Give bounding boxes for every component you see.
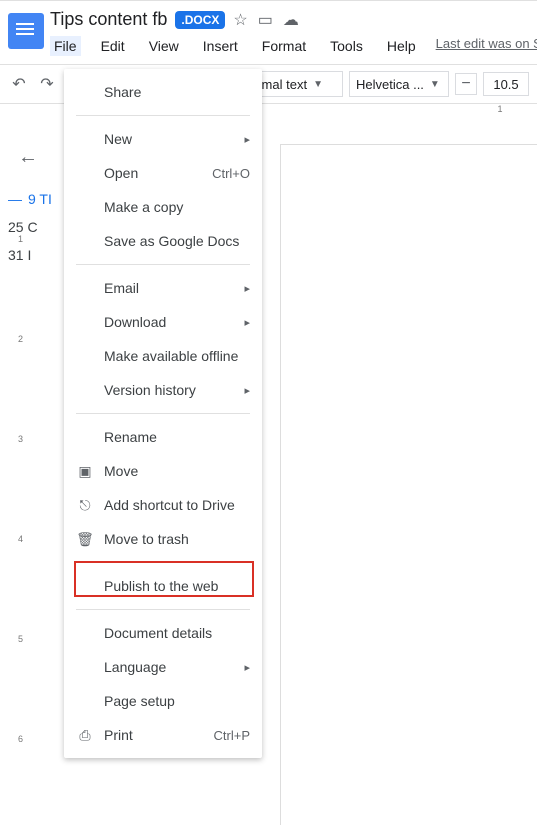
trash-icon: 🗑: [76, 531, 94, 548]
menu-tools[interactable]: Tools: [326, 36, 367, 56]
ruler-number: 1: [18, 234, 23, 244]
top-bar: Tips content fb .DOCX ☆ ▭ ☁ File Edit Vi…: [0, 1, 537, 64]
ruler-number: 2: [18, 334, 23, 344]
menu-help[interactable]: Help: [383, 36, 420, 56]
move-doc-icon[interactable]: ▭: [258, 10, 273, 30]
menu-available-offline[interactable]: Make available offline: [64, 339, 262, 373]
ruler-number: 5: [18, 634, 23, 644]
menu-format[interactable]: Format: [258, 36, 310, 56]
menu-separator: [76, 264, 250, 265]
star-icon[interactable]: ☆: [233, 10, 247, 30]
menu-insert[interactable]: Insert: [199, 36, 242, 56]
menu-add-shortcut[interactable]: ⎋Add shortcut to Drive: [64, 488, 262, 522]
redo-button[interactable]: ↷: [36, 73, 58, 95]
submenu-arrow-icon: ▸: [244, 384, 250, 397]
font-size-value[interactable]: 10.5: [483, 72, 529, 96]
ruler-number: 6: [18, 734, 23, 744]
menu-open[interactable]: OpenCtrl+O: [64, 156, 262, 190]
menu-move[interactable]: ▣Move: [64, 454, 262, 488]
menu-edit[interactable]: Edit: [97, 36, 129, 56]
menu-make-copy[interactable]: Make a copy: [64, 190, 262, 224]
left-column: ← 9 TI 25 C 31 I: [0, 130, 72, 269]
ruler-number: 4: [18, 534, 23, 544]
menu-separator: [76, 115, 250, 116]
document-title[interactable]: Tips content fb: [50, 9, 167, 30]
vertical-ruler: 1 2 3 4 5 6: [16, 139, 36, 825]
folder-icon: ▣: [76, 463, 94, 480]
title-icons: ☆ ▭ ☁: [233, 10, 298, 30]
menu-file[interactable]: File: [50, 36, 81, 56]
menu-language[interactable]: Language▸: [64, 650, 262, 684]
menu-separator: [76, 413, 250, 414]
menu-download[interactable]: Download▸: [64, 305, 262, 339]
title-row: Tips content fb .DOCX ☆ ▭ ☁: [50, 5, 537, 32]
menu-version-history[interactable]: Version history▸: [64, 373, 262, 407]
ruler-number: 1: [497, 104, 502, 114]
document-outline: 9 TI 25 C 31 I: [0, 185, 72, 269]
font-label: Helvetica ...: [356, 77, 424, 92]
shortcut-icon: ⎋: [76, 497, 94, 514]
menu-new[interactable]: New▸: [64, 122, 262, 156]
file-menu-dropdown: Share New▸ OpenCtrl+O Make a copy Save a…: [64, 69, 262, 758]
font-selector[interactable]: Helvetica ... ▼: [349, 71, 449, 97]
outline-collapse-button[interactable]: ←: [0, 130, 72, 185]
menu-publish-web[interactable]: Publish to the web: [64, 569, 262, 603]
document-page[interactable]: [280, 144, 537, 825]
last-edit-link[interactable]: Last edit was on Sept: [436, 36, 537, 56]
menu-email[interactable]: Email▸: [64, 271, 262, 305]
docx-badge: .DOCX: [175, 11, 225, 29]
docs-icon: [8, 13, 44, 49]
menu-rename[interactable]: Rename: [64, 420, 262, 454]
menu-view[interactable]: View: [145, 36, 183, 56]
submenu-arrow-icon: ▸: [244, 661, 250, 674]
undo-button[interactable]: ↶: [8, 73, 30, 95]
print-icon: ⎙: [76, 727, 94, 744]
menu-share[interactable]: Share: [64, 75, 262, 109]
submenu-arrow-icon: ▸: [244, 316, 250, 329]
menu-page-setup[interactable]: Page setup: [64, 684, 262, 718]
submenu-arrow-icon: ▸: [244, 133, 250, 146]
dropdown-arrow-icon: ▼: [430, 79, 440, 90]
title-area: Tips content fb .DOCX ☆ ▭ ☁ File Edit Vi…: [44, 5, 537, 64]
submenu-arrow-icon: ▸: [244, 282, 250, 295]
ruler-number: 3: [18, 434, 23, 444]
dropdown-arrow-icon: ▼: [313, 79, 323, 90]
font-size-decrease[interactable]: −: [455, 73, 477, 95]
menu-separator: [76, 562, 250, 563]
menu-print[interactable]: ⎙PrintCtrl+P: [64, 718, 262, 752]
menu-move-trash[interactable]: 🗑Move to trash: [64, 522, 262, 556]
menu-document-details[interactable]: Document details: [64, 616, 262, 650]
menu-separator: [76, 609, 250, 610]
menu-save-as-gdocs[interactable]: Save as Google Docs: [64, 224, 262, 258]
docs-logo[interactable]: [8, 9, 44, 53]
menubar: File Edit View Insert Format Tools Help …: [50, 32, 537, 64]
cloud-status-icon[interactable]: ☁: [283, 10, 299, 30]
